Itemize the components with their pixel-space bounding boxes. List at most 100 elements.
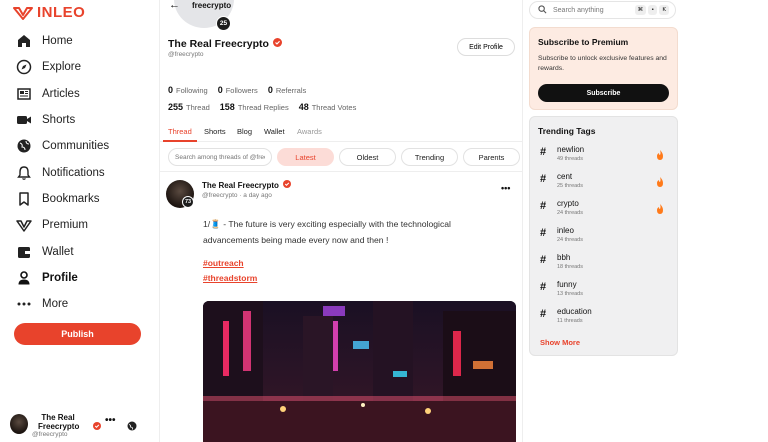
filter-trending[interactable]: Trending	[401, 148, 458, 166]
search-icon	[538, 1, 547, 19]
kbd-key: •	[648, 5, 658, 15]
profile-level-badge: 25	[216, 16, 231, 31]
tab-shorts[interactable]: Shorts	[204, 127, 226, 136]
tag-name: crypto	[557, 199, 579, 208]
tag-count: 18 threads	[557, 264, 583, 270]
divider	[160, 171, 522, 172]
stat-referrals[interactable]: 0 Referrals	[268, 85, 306, 95]
account-avatar	[10, 414, 28, 434]
tag-count: 11 threads	[557, 318, 583, 324]
trending-tag-item[interactable]: # crypto 24 threads	[538, 199, 671, 223]
tag-name: inleo	[557, 226, 574, 235]
hashtag-link[interactable]: #threadstorm	[203, 273, 257, 283]
trending-tag-item[interactable]: # newlion 49 threads	[538, 145, 671, 169]
nav-label: Bookmarks	[42, 192, 100, 205]
nav-label: Home	[42, 35, 73, 48]
filter-latest[interactable]: Latest	[277, 148, 334, 166]
trending-tag-item[interactable]: # inleo 24 threads	[538, 226, 671, 250]
nav-item-bookmarks[interactable]: Bookmarks	[0, 186, 160, 212]
stat-following[interactable]: 0 Following	[168, 85, 208, 95]
tab-wallet[interactable]: Wallet	[264, 127, 285, 136]
trending-tag-item[interactable]: # funny 13 threads	[538, 280, 671, 304]
profile-main: 25 ← freecrypto The Real Freecrypto @fre…	[160, 0, 523, 442]
inleo-logo[interactable]: INLEO	[13, 4, 85, 21]
thread-search-input[interactable]	[168, 148, 272, 166]
nav-item-shorts[interactable]: Shorts	[0, 107, 160, 133]
global-search[interactable]: Search anything ⌘ • K	[529, 1, 676, 19]
trending-tags-card: Trending Tags # newlion 49 threads # cen…	[529, 116, 678, 356]
post-meta: @freecrypto · a day ago	[202, 192, 272, 199]
inleo-logo-icon	[13, 6, 33, 20]
hash-icon: #	[540, 227, 547, 239]
tag-count: 49 threads	[557, 156, 583, 162]
compass-icon	[15, 58, 33, 76]
post-level-badge: 73	[182, 196, 194, 208]
premium-description: Subscribe to unlock exclusive features a…	[538, 55, 667, 72]
keyboard-shortcut: ⌘ • K	[634, 5, 669, 15]
follow-stats: 0 Following 0 Followers 0 Referrals	[168, 85, 306, 95]
tag-count: 24 threads	[557, 210, 583, 216]
post-options-icon[interactable]: •••	[501, 183, 510, 193]
hashtag-link[interactable]: #outreach	[203, 258, 244, 268]
topbar-username: freecrypto	[192, 1, 232, 10]
hash-icon: #	[540, 146, 547, 158]
nav-item-profile[interactable]: Profile	[0, 265, 160, 291]
profile-name-row: The Real Freecrypto	[168, 38, 282, 50]
filter-parents[interactable]: Parents	[463, 148, 520, 166]
nav-label: Premium	[42, 219, 89, 232]
stat-followers[interactable]: 0 Followers	[218, 85, 258, 95]
subscribe-button[interactable]: Subscribe	[538, 84, 669, 102]
tab-blog[interactable]: Blog	[237, 127, 252, 136]
trending-tag-item[interactable]: # cent 25 threads	[538, 172, 671, 196]
publish-button[interactable]: Publish	[14, 323, 141, 345]
tab-awards[interactable]: Awards	[297, 127, 322, 136]
main-nav: Home Explore Articles Shorts Communities	[0, 28, 160, 317]
tag-name: cent	[557, 172, 573, 181]
show-more-link[interactable]: Show More	[540, 338, 580, 347]
nav-label: Profile	[42, 271, 78, 284]
language-globe-icon[interactable]	[127, 418, 137, 436]
trending-tag-item[interactable]: # bbh 18 threads	[538, 253, 671, 277]
stat-thread-replies: 158 Thread Replies	[219, 102, 289, 112]
post-image[interactable]	[203, 301, 516, 442]
bookmark-icon	[15, 190, 33, 208]
tab-thread[interactable]: Thread	[168, 127, 192, 136]
neon-street-image	[203, 301, 516, 442]
post-body: 1/🧵 - The future is very exciting especi…	[203, 219, 451, 245]
profile-topbar: ← freecrypto	[160, 0, 522, 14]
kbd-key: K	[659, 5, 669, 15]
hash-icon: #	[540, 200, 547, 212]
nav-item-home[interactable]: Home	[0, 28, 160, 54]
tag-name: funny	[557, 280, 577, 289]
account-more-icon[interactable]: •••	[105, 415, 116, 426]
verified-badge-icon	[93, 417, 101, 435]
globe-icon	[15, 137, 33, 155]
profile-display-name: The Real Freecrypto	[168, 38, 269, 50]
nav-item-communities[interactable]: Communities	[0, 133, 160, 159]
hash-icon: #	[540, 281, 547, 293]
stat-thread-votes: 48 Thread Votes	[298, 102, 357, 112]
nav-item-more[interactable]: More	[0, 291, 160, 317]
home-icon	[15, 32, 33, 50]
nav-label: Explore	[42, 61, 81, 74]
fire-icon	[656, 201, 664, 219]
nav-item-explore[interactable]: Explore	[0, 54, 160, 80]
thread-stats: 255 Thread 158 Thread Replies 48 Thread Vot…	[168, 102, 356, 112]
back-arrow-icon[interactable]: ←	[169, 0, 180, 11]
nav-item-articles[interactable]: Articles	[0, 81, 160, 107]
tag-name: education	[557, 307, 592, 316]
trending-tag-item[interactable]: # education 11 threads	[538, 307, 671, 331]
nav-item-wallet[interactable]: Wallet	[0, 238, 160, 264]
post-author-name[interactable]: The Real Freecrypto	[202, 181, 279, 190]
edit-profile-button[interactable]: Edit Profile	[457, 38, 515, 56]
nav-item-premium[interactable]: Premium	[0, 212, 160, 238]
kbd-key: ⌘	[634, 5, 647, 15]
verified-badge-icon	[282, 180, 291, 190]
nav-label: More	[42, 298, 69, 311]
newspaper-icon	[15, 85, 33, 103]
filter-oldest[interactable]: Oldest	[339, 148, 396, 166]
account-switcher[interactable]: The Real Freecrypto @freecrypto •••	[10, 411, 150, 439]
wallet-icon	[15, 243, 33, 261]
fire-icon	[656, 174, 664, 192]
nav-item-notifications[interactable]: Notifications	[0, 159, 160, 185]
